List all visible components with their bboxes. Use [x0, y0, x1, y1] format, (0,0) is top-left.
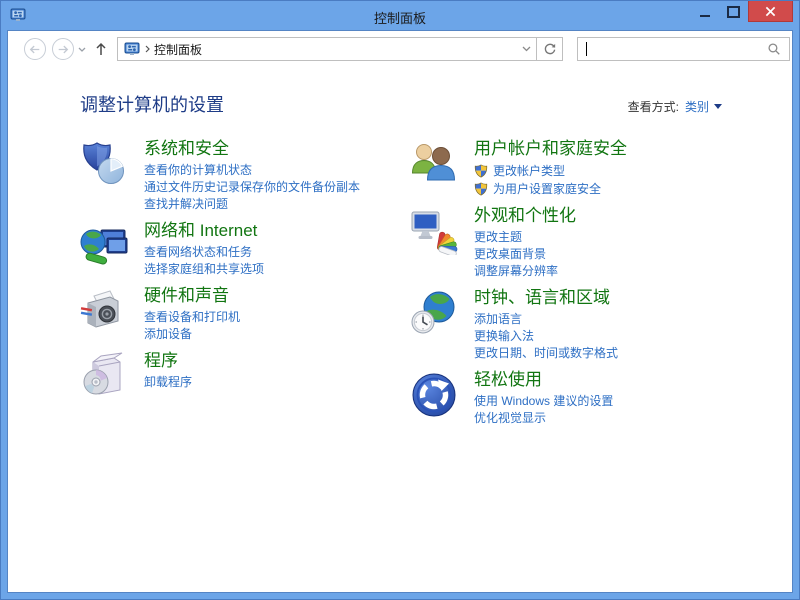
minimize-button[interactable]: [690, 1, 719, 22]
back-button[interactable]: [24, 38, 46, 60]
category-link-label: 更改帐户类型: [493, 162, 565, 180]
category-link[interactable]: 添加语言: [474, 311, 522, 328]
navigation-bar: 控制面板: [8, 31, 792, 67]
category-title[interactable]: 网络和 Internet: [144, 219, 257, 242]
ease-of-access-icon[interactable]: [410, 371, 458, 419]
left-column: 系统和安全 查看你的计算机状态 通过文件历史记录保存你的文件备份副本 查找并解决…: [80, 137, 410, 433]
uac-shield-icon: [474, 182, 488, 196]
refresh-button[interactable]: [536, 37, 563, 61]
category-link[interactable]: 优化视觉显示: [474, 410, 546, 427]
forward-arrow-icon: [57, 45, 69, 54]
breadcrumb-control-panel[interactable]: 控制面板: [154, 41, 202, 58]
address-bar[interactable]: 控制面板: [117, 37, 537, 61]
category-title[interactable]: 外观和个性化: [474, 204, 576, 227]
control-panel-window: 控制面板: [0, 0, 800, 600]
category-programs: 程序 卸载程序: [80, 349, 410, 400]
category-user-accounts: 用户帐户和家庭安全: [410, 137, 740, 198]
up-button[interactable]: [95, 42, 107, 56]
category-hardware-sound: 硬件和声音 查看设备和打印机 添加设备: [80, 284, 410, 343]
forward-button[interactable]: [52, 38, 74, 60]
maximize-icon: [727, 6, 740, 18]
hardware-sound-icon[interactable]: [80, 287, 128, 335]
up-arrow-icon: [95, 42, 107, 56]
chevron-down-icon: [78, 47, 86, 52]
category-link[interactable]: 更改日期、时间或数字格式: [474, 345, 618, 362]
titlebar[interactable]: 控制面板: [1, 1, 799, 30]
category-network-internet: 网络和 Internet 查看网络状态和任务 选择家庭组和共享选项: [80, 219, 410, 278]
user-accounts-icon[interactable]: [410, 140, 458, 188]
category-link[interactable]: 更改帐户类型: [474, 162, 565, 180]
category-title[interactable]: 用户帐户和家庭安全: [474, 137, 627, 160]
category-link[interactable]: 使用 Windows 建议的设置: [474, 393, 613, 410]
view-by: 查看方式: 类别: [628, 98, 722, 115]
close-icon: [765, 6, 776, 17]
page-title: 调整计算机的设置: [80, 91, 224, 117]
category-link[interactable]: 更改主题: [474, 229, 522, 246]
main-area: 调整计算机的设置 查看方式: 类别: [8, 91, 792, 433]
breadcrumb-chevron-icon: [145, 45, 150, 53]
text-caret: [586, 42, 587, 56]
maximize-button[interactable]: [719, 1, 748, 22]
chevron-down-icon: [522, 46, 531, 52]
close-button[interactable]: [748, 1, 793, 22]
window-title: 控制面板: [1, 8, 799, 27]
system-security-icon[interactable]: [80, 140, 128, 188]
control-panel-icon: [124, 41, 140, 57]
category-title[interactable]: 程序: [144, 349, 178, 372]
category-link-label: 为用户设置家庭安全: [493, 180, 601, 198]
recent-pages-dropdown[interactable]: [78, 47, 86, 52]
category-system-security: 系统和安全 查看你的计算机状态 通过文件历史记录保存你的文件备份副本 查找并解决…: [80, 137, 410, 213]
category-link[interactable]: 卸载程序: [144, 374, 192, 391]
category-ease-of-access: 轻松使用 使用 Windows 建议的设置 优化视觉显示: [410, 368, 740, 427]
category-link[interactable]: 查找并解决问题: [144, 196, 228, 213]
view-by-dropdown[interactable]: 类别: [685, 98, 722, 115]
view-by-label: 查看方式:: [628, 98, 679, 115]
minimize-icon: [700, 15, 710, 17]
category-link[interactable]: 选择家庭组和共享选项: [144, 261, 264, 278]
category-link[interactable]: 更改桌面背景: [474, 246, 546, 263]
category-link[interactable]: 查看你的计算机状态: [144, 162, 252, 179]
category-clock-language-region: 时钟、语言和区域 添加语言 更换输入法 更改日期、时间或数字格式: [410, 286, 740, 362]
category-link[interactable]: 查看设备和打印机: [144, 309, 240, 326]
dropdown-arrow-icon: [714, 104, 722, 109]
window-content: 控制面板: [7, 30, 793, 593]
appearance-personalization-icon[interactable]: [410, 207, 458, 255]
category-title[interactable]: 系统和安全: [144, 137, 229, 160]
search-icon: [767, 42, 781, 56]
category-title[interactable]: 硬件和声音: [144, 284, 229, 307]
category-link[interactable]: 更换输入法: [474, 328, 534, 345]
category-link[interactable]: 为用户设置家庭安全: [474, 180, 601, 198]
back-arrow-icon: [29, 45, 41, 54]
view-by-value: 类别: [685, 98, 709, 115]
refresh-icon: [543, 42, 557, 56]
programs-icon[interactable]: [80, 352, 128, 400]
search-input[interactable]: [577, 37, 790, 61]
category-title[interactable]: 时钟、语言和区域: [474, 286, 610, 309]
category-title[interactable]: 轻松使用: [474, 368, 542, 391]
right-column: 用户帐户和家庭安全: [410, 137, 740, 433]
network-internet-icon[interactable]: [80, 222, 128, 270]
category-link[interactable]: 查看网络状态和任务: [144, 244, 252, 261]
uac-shield-icon: [474, 164, 488, 178]
category-link[interactable]: 调整屏幕分辨率: [474, 263, 558, 280]
category-appearance: 外观和个性化 更改主题 更改桌面背景 调整屏幕分辨率: [410, 204, 740, 280]
category-link[interactable]: 通过文件历史记录保存你的文件备份副本: [144, 179, 360, 196]
category-link[interactable]: 添加设备: [144, 326, 192, 343]
clock-language-region-icon[interactable]: [410, 289, 458, 337]
address-dropdown[interactable]: [522, 46, 531, 52]
